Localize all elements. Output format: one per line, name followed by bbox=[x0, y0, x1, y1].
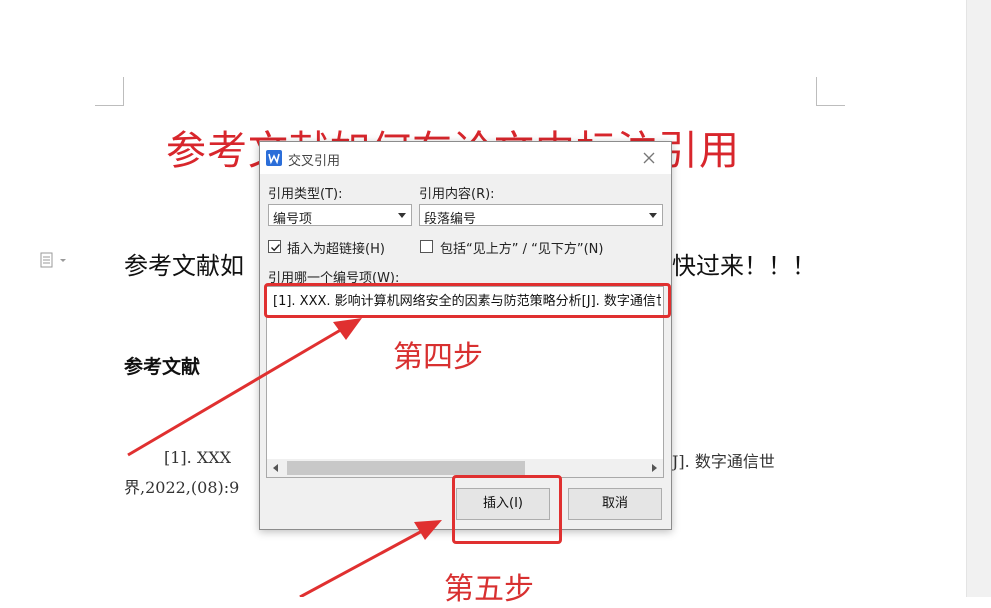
arrow-step4-head bbox=[333, 318, 362, 340]
arrow-step4-line bbox=[127, 326, 345, 457]
arrow-step5-line bbox=[299, 528, 425, 597]
annotation-arrows bbox=[127, 318, 442, 597]
arrow-step5-head bbox=[414, 520, 442, 540]
